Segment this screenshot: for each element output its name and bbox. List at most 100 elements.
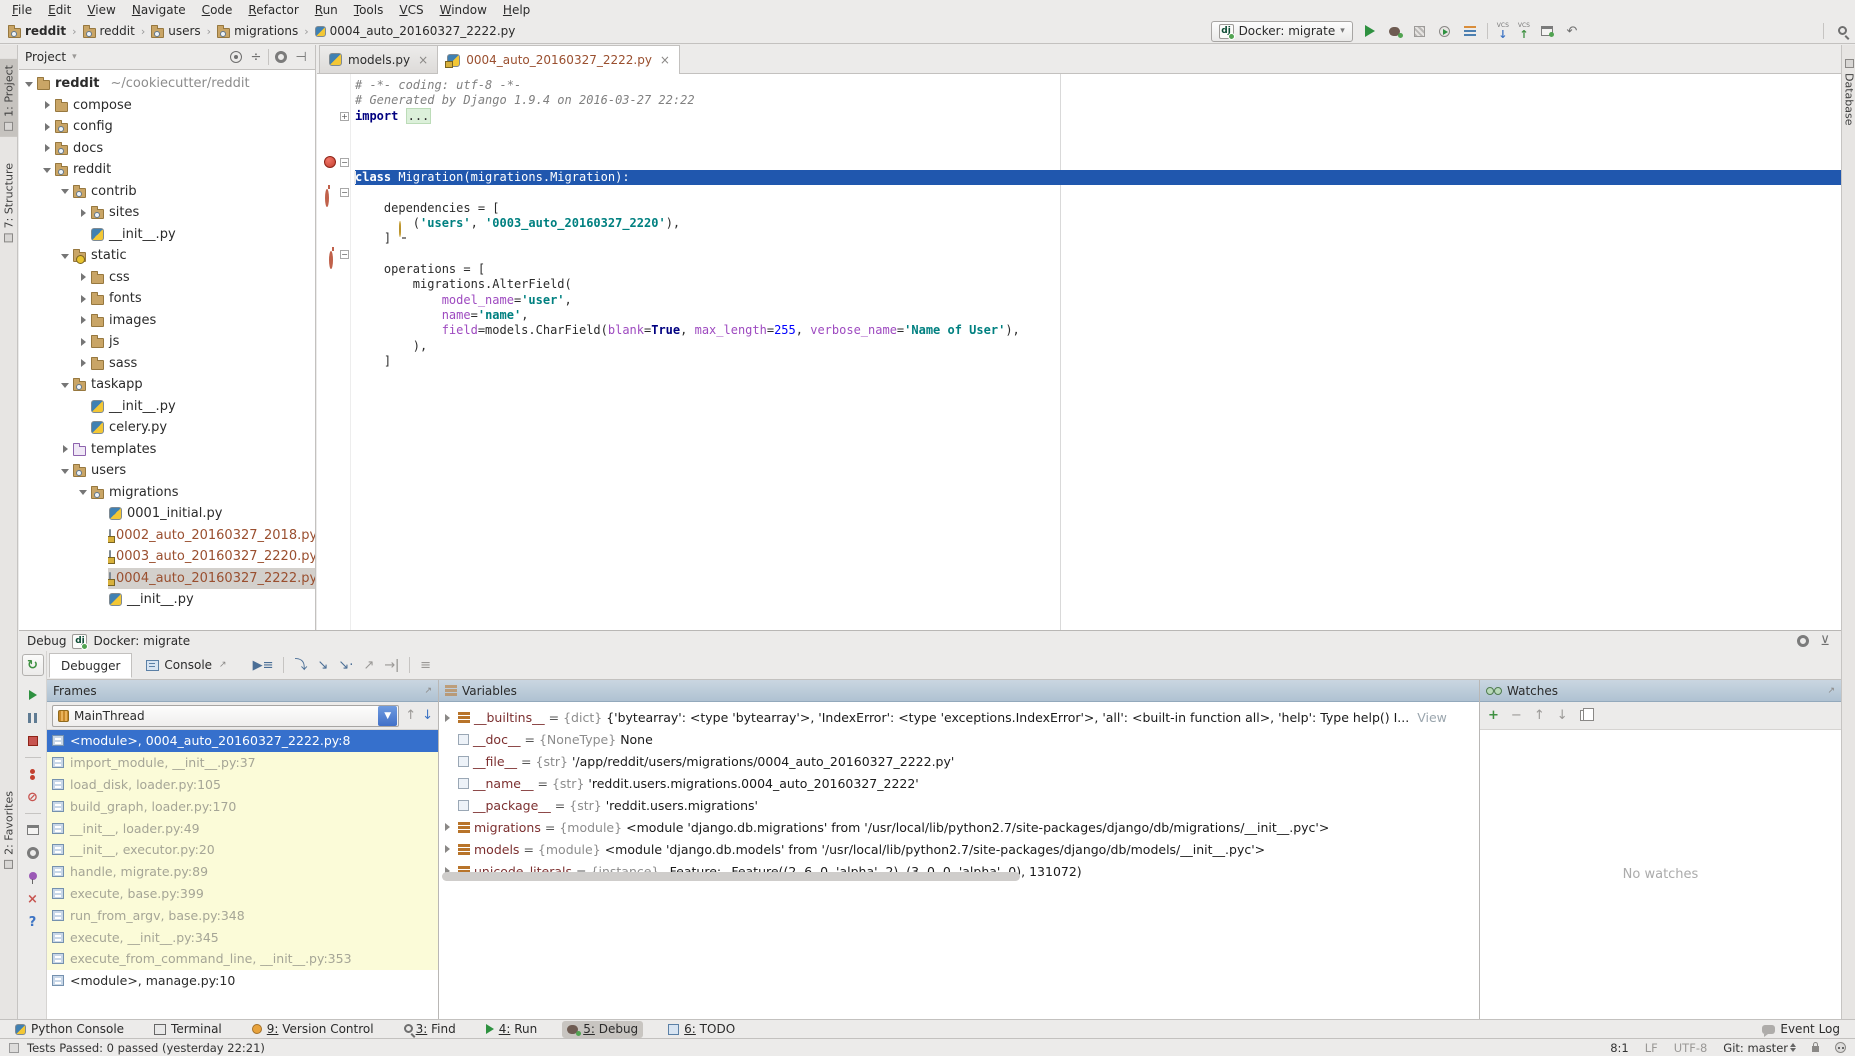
toolwindow-button-3-find[interactable]: 3: Find [399, 1021, 461, 1038]
tree-item--init-py[interactable]: __init__.py [19, 396, 315, 418]
menu-item-tools[interactable]: Tools [346, 2, 392, 18]
tree-item-sites[interactable]: sites [19, 202, 315, 224]
close-button[interactable]: × [25, 891, 41, 907]
frame-row[interactable]: __init__, loader.py:49 [47, 817, 438, 839]
tree-expand-arrow[interactable] [77, 355, 90, 371]
vcs-commit-button[interactable]: VCS↑ [1518, 23, 1530, 40]
settings-button[interactable] [273, 49, 289, 65]
variable-row[interactable]: __file__ = {str} '/app/reddit/users/migr… [439, 751, 1479, 773]
move-watch-up-button[interactable]: ↑ [1534, 709, 1545, 722]
debug-button[interactable] [1387, 23, 1403, 39]
pin-button[interactable] [25, 868, 41, 884]
toolwindow-button-event-log[interactable]: Event Log [1757, 1021, 1845, 1038]
tree-expand-arrow[interactable] [59, 441, 72, 457]
run-configuration-select[interactable]: dj Docker: migrate ▾ [1211, 21, 1353, 42]
tree-item-templates[interactable]: templates [19, 439, 315, 461]
frame-row[interactable]: build_graph, loader.py:170 [47, 795, 438, 817]
tree-item-0002-auto-20160327-2018-py[interactable]: 0002_auto_20160327_2018.py [19, 525, 315, 547]
show-execution-point-button[interactable]: ▶≡ [253, 659, 274, 672]
intention-bulb-icon[interactable] [399, 221, 401, 237]
tree-expand-arrow[interactable] [41, 119, 54, 135]
tree-expand-arrow[interactable] [59, 377, 72, 393]
tree-expand-arrow[interactable] [59, 183, 72, 199]
frame-row[interactable]: <module>, manage.py:10 [47, 970, 438, 992]
expand-arrow-icon[interactable] [443, 712, 454, 724]
menu-item-edit[interactable]: Edit [40, 2, 79, 18]
tree-item-contrib[interactable]: contrib [19, 181, 315, 203]
stripe-tab-project[interactable]: 1: Project [0, 59, 18, 137]
horizontal-scrollbar[interactable] [442, 872, 1020, 881]
menu-item-navigate[interactable]: Navigate [124, 2, 194, 18]
tree-item-taskapp[interactable]: taskapp [19, 374, 315, 396]
breadcrumb-item[interactable]: users [149, 23, 202, 39]
tree-expand-arrow[interactable] [41, 140, 54, 156]
profiler-button[interactable] [1437, 23, 1453, 39]
code-editor[interactable]: + − − − # -*- coding: utf-8 -*-# Generated … [317, 74, 1841, 630]
remove-watch-button[interactable]: − [1511, 709, 1522, 722]
git-branch-widget[interactable]: Git: master [1723, 1041, 1796, 1055]
tree-expand-arrow[interactable] [77, 291, 90, 307]
variable-row[interactable]: migrations = {module} <module 'django.db… [439, 816, 1479, 838]
duplicate-watch-button[interactable] [1580, 710, 1589, 721]
tree-item-fonts[interactable]: fonts [19, 288, 315, 310]
tree-expand-arrow[interactable] [41, 97, 54, 113]
toolwindow-button-5-debug[interactable]: 5: Debug [562, 1021, 643, 1038]
fold-minus-icon[interactable]: − [340, 158, 349, 167]
tree-item-static[interactable]: static [19, 245, 315, 267]
breadcrumb-item[interactable]: 0004_auto_20160327_2222.py [313, 23, 518, 39]
settings-button[interactable] [1795, 633, 1811, 649]
thread-select[interactable]: MainThread ▼ [52, 705, 399, 727]
tree-item--init-py[interactable]: __init__.py [19, 224, 315, 246]
breadcrumb-item[interactable]: reddit [6, 23, 68, 39]
menu-item-file[interactable]: File [4, 2, 40, 18]
fold-plus-icon[interactable]: + [340, 112, 349, 121]
frame-row[interactable]: execute, __init__.py:345 [47, 926, 438, 948]
variable-row[interactable]: __name__ = {str} 'reddit.users.migration… [439, 773, 1479, 795]
tree-item-docs[interactable]: docs [19, 138, 315, 160]
fold-minus-icon[interactable]: − [340, 188, 349, 197]
tree-item-compose[interactable]: compose [19, 95, 315, 117]
tree-item-config[interactable]: config [19, 116, 315, 138]
toolwindow-button-6-todo[interactable]: 6: TODO [663, 1021, 740, 1038]
editor-tab[interactable]: models.py× [319, 45, 438, 73]
variable-row[interactable]: __builtins__ = {dict} {'bytearray': <typ… [439, 707, 1479, 729]
menu-item-code[interactable]: Code [194, 2, 241, 18]
menu-item-view[interactable]: View [79, 2, 123, 18]
variable-row[interactable]: __doc__ = {NoneType} None [439, 729, 1479, 751]
tree-item-images[interactable]: images [19, 310, 315, 332]
tab-console[interactable]: Console↗ [134, 653, 238, 677]
tree-item-reddit[interactable]: reddit [19, 159, 315, 181]
editor-code-area[interactable]: # -*- coding: utf-8 -*-# Generated by Dj… [351, 74, 1841, 630]
expand-arrow-icon[interactable] [443, 843, 454, 855]
local-changes-button[interactable] [1539, 23, 1555, 39]
restore-layout-button[interactable] [25, 822, 41, 838]
line-separator-indicator[interactable]: LF [1645, 1041, 1658, 1055]
expand-arrow-icon[interactable] [443, 821, 454, 833]
close-tab-icon[interactable]: × [660, 53, 670, 67]
caret-position[interactable]: 8:1 [1610, 1041, 1629, 1055]
move-watch-down-button[interactable]: ↓ [1557, 709, 1568, 722]
editor-gutter[interactable]: + − − − [317, 74, 351, 630]
stop-button[interactable] [25, 733, 41, 749]
fold-minus-icon[interactable]: − [340, 250, 349, 259]
stripe-tab-database[interactable]: Database [1842, 53, 1855, 132]
toolwindow-button-python-console[interactable]: Python Console [10, 1021, 129, 1038]
next-frame-button[interactable]: ↓ [422, 709, 433, 722]
tree-item-celery-py[interactable]: celery.py [19, 417, 315, 439]
frame-row[interactable]: <module>, 0004_auto_20160327_2222.py:8 [47, 730, 438, 752]
toolwindow-button-4-run[interactable]: 4: Run [481, 1021, 543, 1038]
stripe-tab-structure[interactable]: 7: Structure [0, 157, 18, 248]
tree-expand-arrow[interactable] [77, 269, 90, 285]
menu-item-refactor[interactable]: Refactor [240, 2, 306, 18]
close-tab-icon[interactable]: × [418, 53, 428, 67]
variable-row[interactable]: models = {module} <module 'django.db.mod… [439, 838, 1479, 860]
tree-item--init-py[interactable]: __init__.py [19, 589, 315, 611]
rollback-button[interactable]: ↶ [1564, 23, 1580, 39]
step-into-button[interactable]: ↘ [318, 659, 329, 672]
tree-expand-arrow[interactable] [77, 312, 90, 328]
tree-expand-arrow[interactable] [77, 484, 90, 500]
tree-expand-arrow[interactable] [23, 76, 36, 92]
search-everywhere-button[interactable] [1833, 23, 1849, 39]
help-button[interactable]: ? [25, 914, 41, 930]
thread-dropdown-button[interactable]: ▼ [378, 706, 397, 726]
